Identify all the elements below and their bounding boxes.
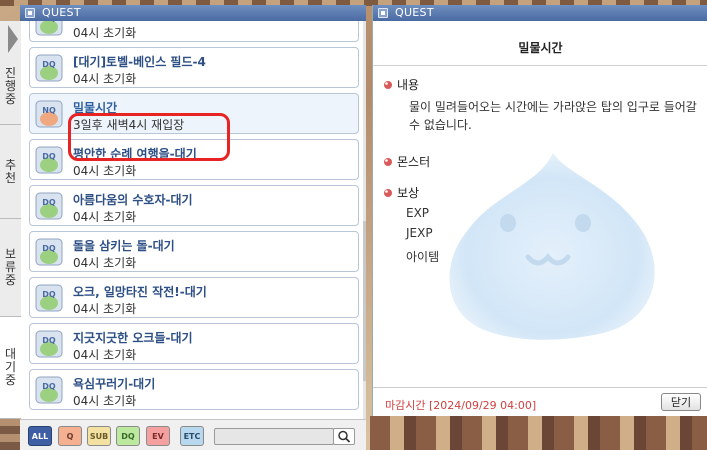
quest-list-titlebar[interactable]: QUEST xyxy=(20,5,366,21)
tab-char: 중 xyxy=(4,273,17,287)
daily-quest-icon: DQ xyxy=(35,21,63,36)
scrollbar-thumb[interactable] xyxy=(363,221,366,381)
poring-watermark-image xyxy=(449,153,655,340)
monster-section-header: 몬스터 xyxy=(383,153,430,170)
tab-char: 중 xyxy=(4,92,17,106)
daily-quest-icon: DQ xyxy=(35,330,63,358)
deadline-text: 마감시간 [2024/09/29 04:00] xyxy=(385,399,537,412)
svg-text:NQ: NQ xyxy=(42,106,56,115)
quest-list-scrollbar[interactable] xyxy=(363,21,366,419)
tab-in-progress[interactable]: 진 행 중 xyxy=(0,21,21,125)
svg-text:DQ: DQ xyxy=(42,244,56,253)
quest-sub: 04시 초기화 xyxy=(73,164,137,178)
quest-list[interactable]: DQ 04시 초기화 DQ [대기]토벨-베인스 필드-4 04시 초기화 NQ… xyxy=(21,21,366,419)
close-button[interactable]: 닫기 xyxy=(661,393,701,411)
search-icon xyxy=(338,430,351,443)
tab-char: 천 xyxy=(4,170,17,185)
content-description: 물이 밀려들어오는 시간에는 가라앉은 탑의 입구로 들어갈 수 없습니다. xyxy=(409,100,697,132)
svg-text:DQ: DQ xyxy=(42,336,56,345)
quest-sub: 04시 초기화 xyxy=(73,256,137,270)
tab-waiting[interactable]: 대 기 중 xyxy=(0,317,21,419)
quest-card[interactable]: DQ 04시 초기화 xyxy=(29,21,359,42)
filter-dq-button[interactable]: DQ xyxy=(116,426,140,446)
bullet-icon xyxy=(384,188,392,197)
divider xyxy=(373,65,707,66)
section-label: 내용 xyxy=(397,78,420,92)
quest-card-selected[interactable]: NQ 밀물시간 3일후 새벽4시 재입장 xyxy=(29,93,359,134)
quest-card[interactable]: DQ 평안한 순례 여행을-대기 04시 초기화 xyxy=(29,139,359,180)
quest-title: 아름다움의 수호자-대기 xyxy=(73,193,193,207)
quest-title: 지긋지긋한 오크들-대기 xyxy=(73,331,193,345)
quest-sub: 04시 초기화 xyxy=(73,394,137,408)
quest-title: 욕심꾸러기-대기 xyxy=(73,377,156,391)
quest-sub: 04시 초기화 xyxy=(73,72,137,86)
daily-quest-icon: DQ xyxy=(35,54,63,82)
quest-filter-bar: ALL Q SUB DQ EV ETC xyxy=(20,419,366,450)
quest-title: 오크, 일망타진 작전!-대기 xyxy=(73,285,207,299)
reward-section-header: 보상 xyxy=(383,184,419,201)
filter-ev-button[interactable]: EV xyxy=(146,426,170,446)
divider xyxy=(373,387,707,388)
window-title: QUEST xyxy=(395,6,434,19)
filter-etc-button[interactable]: ETC xyxy=(180,426,204,446)
daily-quest-icon: DQ xyxy=(35,376,63,404)
quest-sub: 04시 초기화 xyxy=(73,348,137,362)
window-icon xyxy=(378,8,388,18)
svg-text:DQ: DQ xyxy=(42,152,56,161)
search-button[interactable] xyxy=(333,428,355,445)
quest-sub: 04시 초기화 xyxy=(73,26,137,40)
quest-title: 평안한 순례 여행을-대기 xyxy=(73,147,197,161)
active-tab-arrow-icon xyxy=(8,25,18,53)
tab-char: 추 xyxy=(4,157,17,172)
quest-card[interactable]: DQ [대기]토벨-베인스 필드-4 04시 초기화 xyxy=(29,47,359,88)
reward-jexp: JEXP xyxy=(406,226,433,240)
svg-text:DQ: DQ xyxy=(42,382,56,391)
quest-detail-titlebar[interactable]: QUEST xyxy=(373,5,707,21)
quest-sub: 04시 초기화 xyxy=(73,210,137,224)
quest-sub: 3일후 새벽4시 재입장 xyxy=(73,118,185,132)
quest-list-window: QUEST 진 행 중 추 천 보 류 중 대 기 중 DQ 04시 초기화 xyxy=(0,5,366,450)
quest-detail-window: QUEST 밀물시간 내용 물이 밀려들어오는 시간에는 가라앉은 탑의 입구로… xyxy=(372,5,707,416)
window-title: QUEST xyxy=(42,6,81,19)
quest-card[interactable]: DQ 아름다움의 수호자-대기 04시 초기화 xyxy=(29,185,359,226)
quest-sub: 04시 초기화 xyxy=(73,302,137,316)
daily-quest-icon: DQ xyxy=(35,284,63,312)
filter-q-button[interactable]: Q xyxy=(58,426,82,446)
window-icon xyxy=(25,8,35,18)
daily-quest-icon: DQ xyxy=(35,238,63,266)
bullet-icon xyxy=(384,80,392,89)
section-label: 몬스터 xyxy=(397,155,431,169)
reward-exp: EXP xyxy=(406,206,430,220)
tab-on-hold[interactable]: 보 류 중 xyxy=(0,219,21,317)
filter-all-button[interactable]: ALL xyxy=(28,426,52,446)
svg-text:DQ: DQ xyxy=(42,60,56,69)
filter-sub-button[interactable]: SUB xyxy=(87,426,111,446)
svg-text:DQ: DQ xyxy=(42,198,56,207)
quest-detail-title: 밀물시간 xyxy=(518,41,563,55)
daily-quest-icon: DQ xyxy=(35,192,63,220)
svg-text:DQ: DQ xyxy=(42,290,56,299)
tab-recommended[interactable]: 추 천 xyxy=(0,125,21,219)
quest-search-input[interactable] xyxy=(214,428,334,445)
svg-text:DQ: DQ xyxy=(42,21,56,23)
tab-char: 중 xyxy=(4,373,17,387)
section-label: 보상 xyxy=(397,186,420,200)
quest-category-tabs: 진 행 중 추 천 보 류 중 대 기 중 xyxy=(0,21,21,419)
quest-title: [대기]토벨-베인스 필드-4 xyxy=(73,55,206,69)
content-section-header: 내용 xyxy=(383,76,419,93)
quest-card[interactable]: DQ 지긋지긋한 오크들-대기 04시 초기화 xyxy=(29,323,359,364)
reward-item: 아이템 xyxy=(406,250,440,264)
normal-quest-icon: NQ xyxy=(35,100,63,128)
game-background-bottom xyxy=(370,416,707,450)
quest-card[interactable]: DQ 오크, 일망타진 작전!-대기 04시 초기화 xyxy=(29,277,359,318)
bullet-icon xyxy=(384,157,392,166)
quest-title: 밀물시간 xyxy=(73,101,118,115)
daily-quest-icon: DQ xyxy=(35,146,63,174)
quest-card[interactable]: DQ 욕심꾸러기-대기 04시 초기화 xyxy=(29,369,359,410)
quest-card[interactable]: DQ 돌을 삼키는 돌-대기 04시 초기화 xyxy=(29,231,359,272)
quest-title: 돌을 삼키는 돌-대기 xyxy=(73,239,175,253)
